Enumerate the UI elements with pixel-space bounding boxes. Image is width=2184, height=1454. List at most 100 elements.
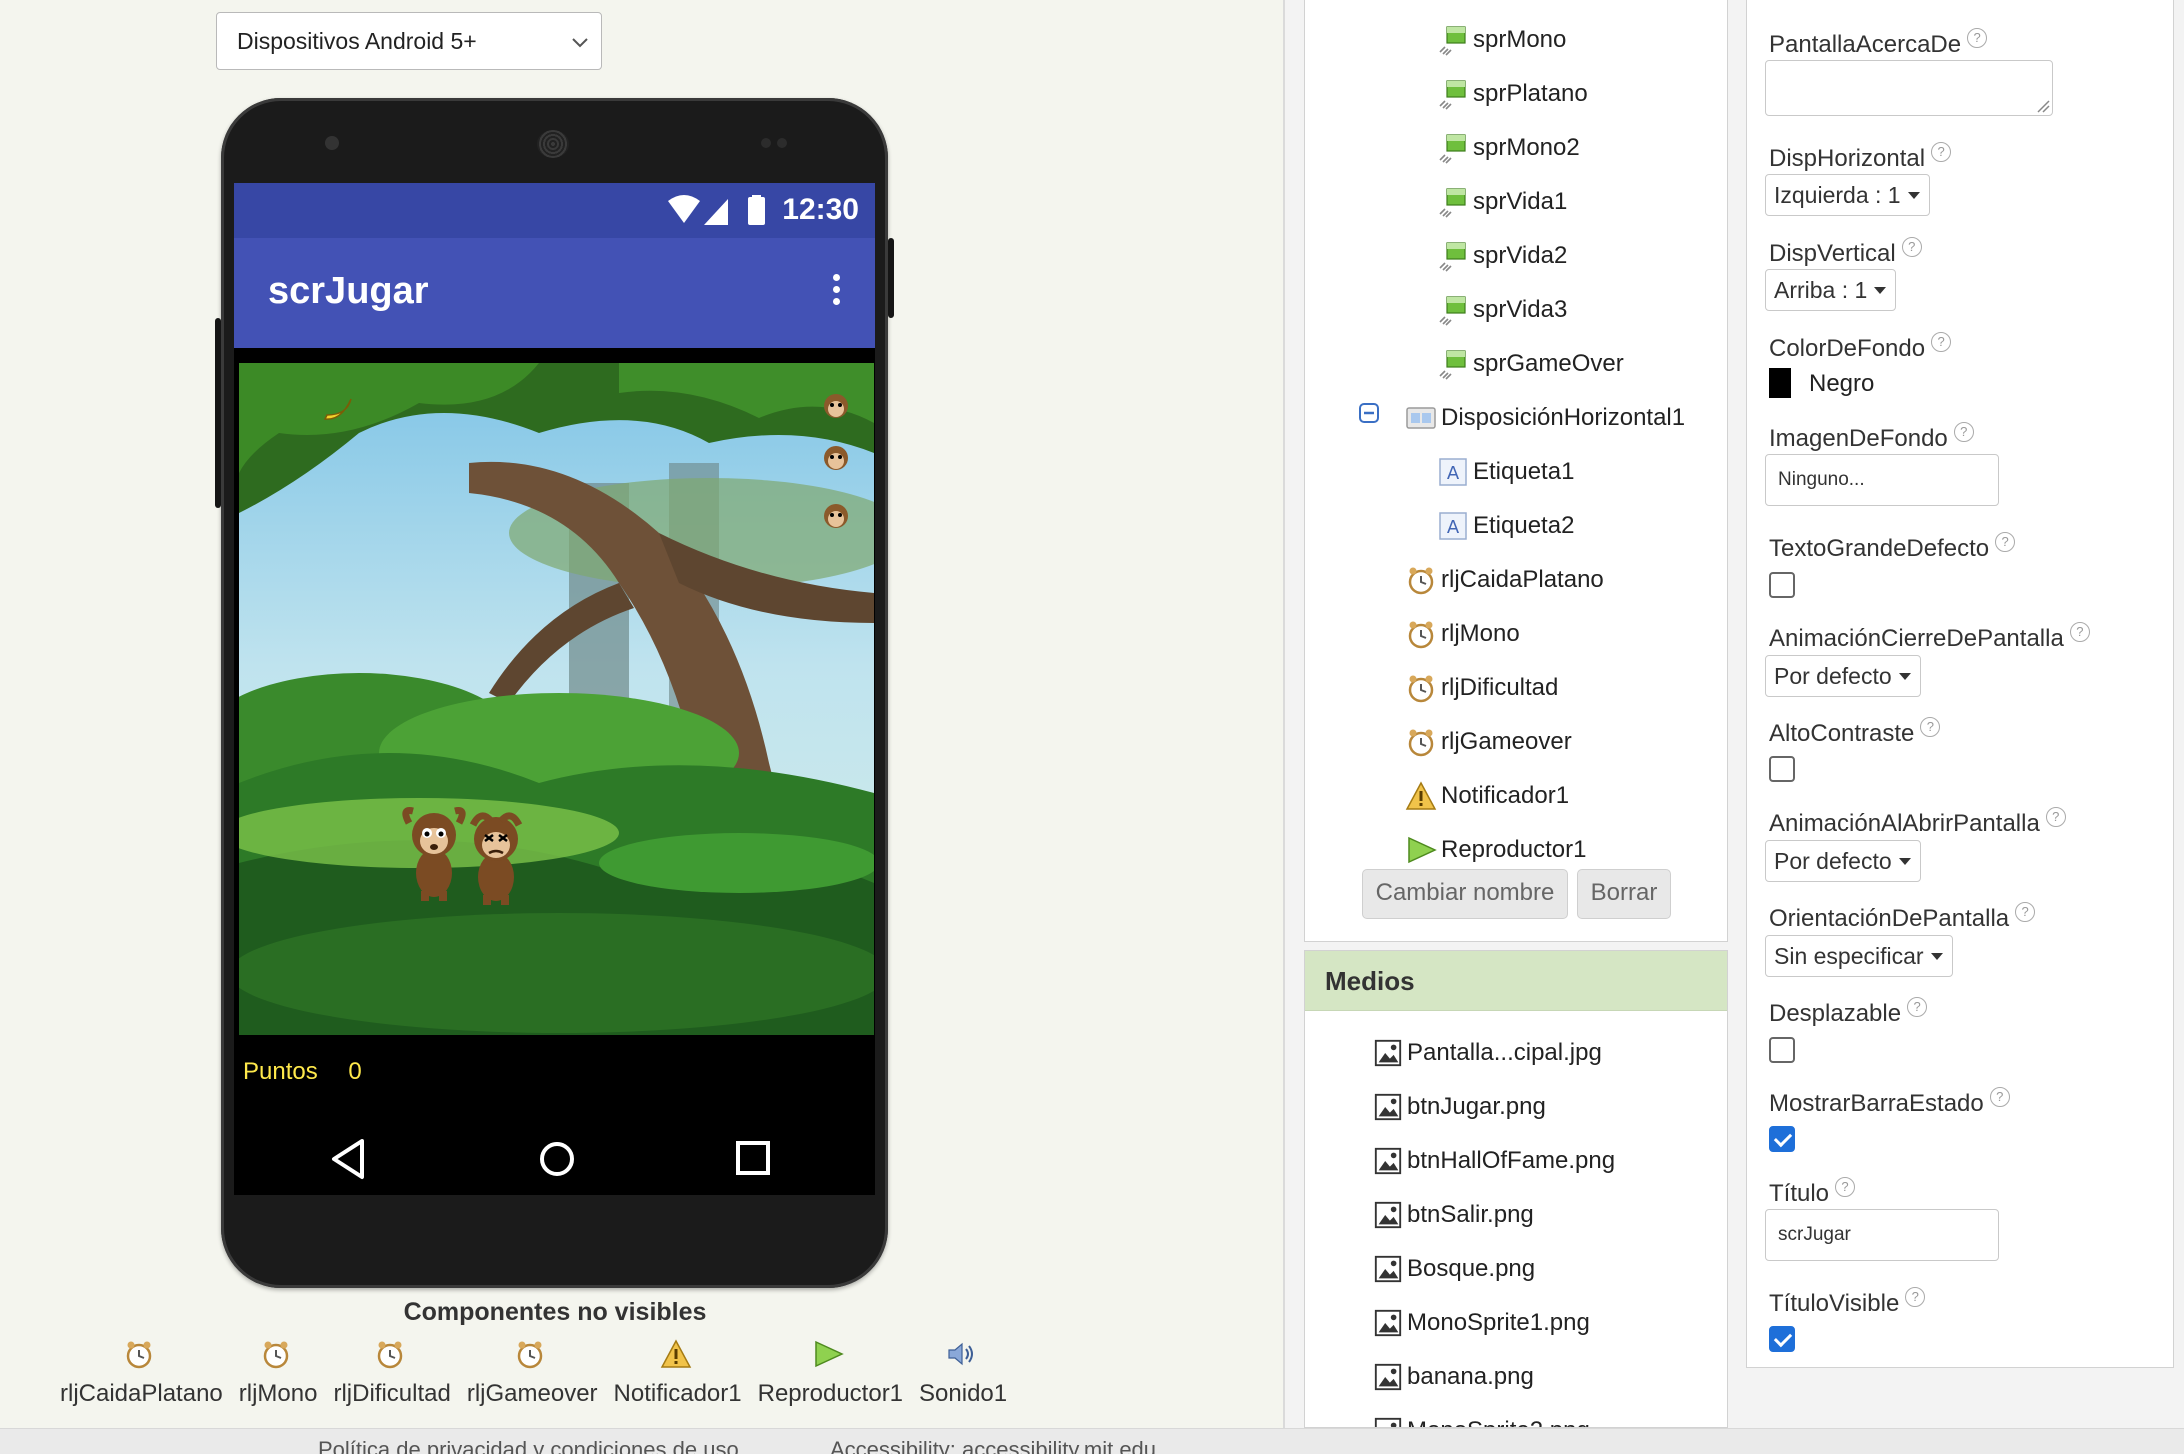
tree-item[interactable]: rljCaidaPlatano <box>1405 560 1604 600</box>
tree-item[interactable]: rljGameover <box>1405 722 1572 762</box>
nonvisible-item[interactable]: Reproductor1 <box>758 1338 903 1418</box>
signal-icon <box>704 199 728 225</box>
prop-statusbar-label: MostrarBarraEstado? <box>1769 1087 2010 1118</box>
wifi-icon <box>668 195 700 223</box>
help-icon[interactable]: ? <box>2069 622 2090 642</box>
delete-button[interactable]: Borrar <box>1577 869 1671 919</box>
help-icon[interactable]: ? <box>1989 1087 2010 1107</box>
image-file-icon <box>1373 1362 1403 1392</box>
tree-item[interactable]: Notificador1 <box>1405 776 1569 816</box>
tree-item[interactable]: sprVida3 <box>1437 290 1567 330</box>
app-bar: scrJugar <box>234 238 875 348</box>
help-icon[interactable]: ? <box>1931 142 1952 162</box>
orientation-dropdown[interactable]: Sin especificar <box>1765 935 1953 977</box>
monkey2-sprite[interactable] <box>461 807 531 907</box>
game-canvas[interactable] <box>239 363 874 1035</box>
monkey-sprite[interactable] <box>399 803 469 903</box>
collapse-icon[interactable] <box>1359 403 1379 423</box>
resize-grip-icon[interactable] <box>2036 99 2050 113</box>
sprite-icon <box>1437 186 1469 218</box>
bgcolor-value[interactable]: Negro <box>1809 370 1874 398</box>
rename-button[interactable]: Cambiar nombre <box>1362 869 1568 919</box>
help-icon[interactable]: ? <box>1901 237 1922 257</box>
tree-item[interactable]: sprMono <box>1437 20 1566 60</box>
properties-panel: PantallaAcercaDe? DispHorizontal? Izquie… <box>1746 0 2174 1368</box>
title-field[interactable]: scrJugar <box>1765 1209 1999 1261</box>
help-icon[interactable]: ? <box>2015 902 2036 922</box>
status-icons <box>668 195 765 225</box>
help-icon[interactable]: ? <box>1907 997 1928 1017</box>
tree-item[interactable]: rljDificultad <box>1405 668 1558 708</box>
help-icon[interactable]: ? <box>1920 717 1941 737</box>
tree-item-label: sprMono <box>1473 26 1567 53</box>
tree-item[interactable]: DisposiciónHorizontal1 <box>1405 398 1685 438</box>
image-file-icon <box>1373 1038 1403 1068</box>
media-file[interactable]: btnSalir.png <box>1373 1195 1534 1235</box>
statusbar-checkbox[interactable] <box>1769 1126 1795 1152</box>
help-icon[interactable]: ? <box>1967 28 1988 48</box>
help-icon[interactable]: ? <box>1835 1177 1856 1197</box>
tree-item[interactable]: A Etiqueta1 <box>1437 452 1574 492</box>
tree-item[interactable]: rljMono <box>1405 614 1520 654</box>
banana-sprite[interactable] <box>321 395 357 425</box>
tree-item[interactable]: sprPlatano <box>1437 74 1588 114</box>
tree-item[interactable]: sprGameOver <box>1437 344 1624 384</box>
play-icon <box>1405 834 1437 866</box>
bigtext-checkbox[interactable] <box>1769 572 1795 598</box>
help-icon[interactable]: ? <box>1953 422 1974 442</box>
tree-item-label: DisposiciónHorizontal1 <box>1441 404 1686 431</box>
media-file[interactable]: MonoSprite1.png <box>1373 1303 1590 1343</box>
help-icon[interactable]: ? <box>1905 1287 1926 1307</box>
life-monkey-icon[interactable] <box>819 391 853 421</box>
help-icon[interactable]: ? <box>1931 332 1952 352</box>
nonvisible-item[interactable]: Notificador1 <box>614 1338 742 1418</box>
sprite-icon <box>1437 78 1469 110</box>
nonvisible-item[interactable]: rljGameover <box>467 1338 598 1418</box>
about-textarea[interactable] <box>1765 60 2053 116</box>
halign-dropdown[interactable]: Izquierda : 1 <box>1765 174 1930 216</box>
speaker-icon <box>945 1338 981 1374</box>
open-anim-dropdown[interactable]: Por defecto <box>1765 840 1921 882</box>
media-file[interactable]: Pantalla...cipal.jpg <box>1373 1033 1602 1073</box>
media-file[interactable]: btnHallOfFame.png <box>1373 1141 1615 1181</box>
close-anim-dropdown[interactable]: Por defecto <box>1765 655 1921 697</box>
nonvisible-item-label: Reproductor1 <box>757 1380 904 1407</box>
media-file[interactable]: MonoSprite2.png <box>1373 1411 1590 1427</box>
nonvisible-item[interactable]: rljDificultad <box>333 1338 451 1418</box>
components-tree-panel: sprMono sprPlatano sprMono2 sprVida1 sprVida… <box>1304 0 1728 942</box>
privacy-link[interactable]: Política de privacidad y condiciones de … <box>318 1437 739 1454</box>
tree-item[interactable]: sprVida1 <box>1437 182 1567 222</box>
title-visible-checkbox[interactable] <box>1769 1326 1795 1352</box>
tree-item[interactable]: A Etiqueta2 <box>1437 506 1574 546</box>
help-icon[interactable]: ? <box>2045 807 2066 827</box>
tree-item[interactable]: Reproductor1 <box>1405 830 1586 870</box>
clock-icon <box>1405 564 1437 596</box>
scrollable-checkbox[interactable] <box>1769 1037 1795 1063</box>
phone-volume-button <box>215 318 221 508</box>
life-monkey-icon[interactable] <box>819 501 853 531</box>
tree-item[interactable]: sprVida2 <box>1437 236 1567 276</box>
bgimage-field[interactable]: Ninguno... <box>1765 454 1999 506</box>
contrast-checkbox[interactable] <box>1769 756 1795 782</box>
tree-item[interactable]: sprMono2 <box>1437 128 1580 168</box>
nonvisible-item[interactable]: Sonido1 <box>919 1338 1007 1418</box>
clock-icon <box>123 1338 159 1374</box>
battery-icon <box>748 197 765 225</box>
device-size-select[interactable]: Dispositivos Android 5+ <box>216 12 602 70</box>
nonvisible-item[interactable]: rljMono <box>239 1338 317 1418</box>
media-file[interactable]: btnJugar.png <box>1373 1087 1546 1127</box>
valign-dropdown[interactable]: Arriba : 1 <box>1765 269 1897 311</box>
media-file[interactable]: banana.png <box>1373 1357 1534 1397</box>
help-icon[interactable]: ? <box>1995 532 2016 552</box>
life-monkey-icon[interactable] <box>819 443 853 473</box>
bgcolor-swatch[interactable] <box>1769 368 1791 398</box>
media-file-name: MonoSprite1.png <box>1407 1309 1590 1336</box>
media-file-name: Pantalla...cipal.jpg <box>1407 1039 1602 1066</box>
overflow-menu-icon[interactable] <box>833 274 841 308</box>
accessibility-link[interactable]: Accessibility: accessibility.mit.edu <box>830 1437 1156 1454</box>
prop-title-visible-label: TítuloVisible? <box>1769 1287 1926 1318</box>
nonvisible-item[interactable]: rljCaidaPlatano <box>60 1338 223 1418</box>
media-file[interactable]: Bosque.png <box>1373 1249 1535 1289</box>
tree-item-label: rljGameover <box>1441 728 1572 755</box>
footer: Política de privacidad y condiciones de … <box>0 1428 2184 1454</box>
